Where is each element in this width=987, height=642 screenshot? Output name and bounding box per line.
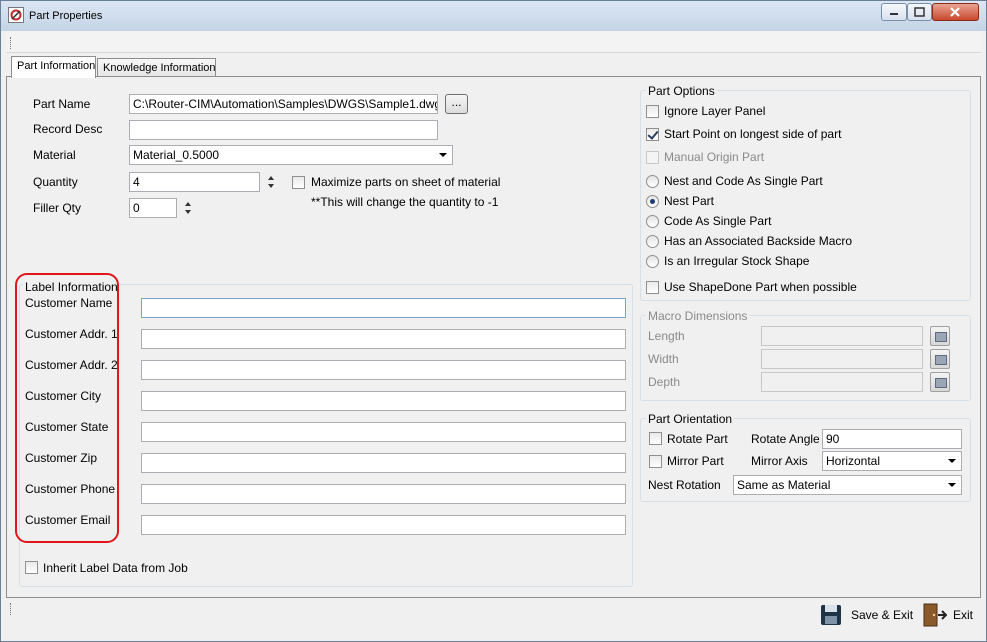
- browse-button[interactable]: ...: [445, 94, 468, 114]
- material-label: Material: [33, 148, 76, 162]
- quantity-label: Quantity: [33, 175, 78, 189]
- depth-field: [761, 372, 923, 392]
- part-name-label: Part Name: [33, 97, 91, 111]
- depth-label: Depth: [648, 375, 681, 389]
- material-combo[interactable]: Material_0.5000: [129, 145, 453, 165]
- minimize-icon: [890, 13, 898, 15]
- record-desc-label: Record Desc: [33, 122, 103, 136]
- chevron-down-icon: [948, 459, 956, 463]
- part-orientation-title: Part Orientation: [646, 412, 735, 426]
- filler-qty-label: Filler Qty: [33, 201, 81, 215]
- toolbar-grip[interactable]: [10, 37, 13, 49]
- start-point-label: Start Point on longest side of part: [664, 127, 842, 141]
- bottom-toolbar-grip[interactable]: [10, 603, 13, 615]
- maximize-button[interactable]: [907, 3, 932, 21]
- nest-rotation-value: Same as Material: [737, 478, 831, 492]
- spin-down-icon: [268, 184, 274, 188]
- length-pick-button[interactable]: [930, 326, 950, 346]
- mirror-axis-label: Mirror Axis: [751, 454, 808, 468]
- part-name-field[interactable]: C:\Router-CIM\Automation\Samples\DWGS\Sa…: [129, 94, 438, 114]
- window-title: Part Properties: [29, 10, 103, 22]
- customer-name-field[interactable]: [141, 298, 626, 318]
- nest-rotation-label: Nest Rotation: [648, 478, 721, 492]
- toolbar-strip: [6, 31, 981, 53]
- spin-up-icon: [268, 176, 274, 180]
- chevron-down-icon: [948, 483, 956, 487]
- quantity-field[interactable]: 4: [129, 172, 260, 192]
- radio-backside-macro-label: Has an Associated Backside Macro: [664, 234, 853, 248]
- maximize-note: **This will change the quantity to -1: [311, 195, 499, 209]
- radio-nest-part-label: Nest Part: [664, 194, 715, 208]
- exit-button[interactable]: Exit: [921, 601, 976, 629]
- radio-code-single[interactable]: [646, 215, 659, 228]
- title-bar[interactable]: Part Properties: [1, 1, 986, 31]
- depth-pick-button[interactable]: [930, 372, 950, 392]
- quantity-spinner[interactable]: [264, 172, 280, 192]
- minimize-button[interactable]: [881, 3, 907, 21]
- record-desc-field[interactable]: [129, 120, 438, 140]
- spin-up-icon: [185, 202, 191, 206]
- start-point-checkbox[interactable]: [646, 128, 659, 141]
- nest-rotation-combo[interactable]: Same as Material: [733, 475, 962, 495]
- customer-email-field[interactable]: [141, 515, 626, 535]
- maximize-parts-checkbox[interactable]: [292, 176, 305, 189]
- radio-irregular-stock-label: Is an Irregular Stock Shape: [664, 254, 810, 268]
- inherit-label-checkbox[interactable]: [25, 561, 38, 574]
- customer-state-field[interactable]: [141, 422, 626, 442]
- radio-nest-and-code-label: Nest and Code As Single Part: [664, 174, 823, 188]
- part-options-title: Part Options: [646, 84, 717, 98]
- rotate-part-checkbox[interactable]: [649, 432, 662, 445]
- highlight-annotation: [15, 273, 119, 543]
- inherit-label-text: Inherit Label Data from Job: [43, 561, 188, 575]
- exit-door-icon: [923, 603, 947, 627]
- chevron-down-icon: [439, 153, 447, 157]
- radio-irregular-stock[interactable]: [646, 255, 659, 268]
- exit-label: Exit: [953, 608, 974, 622]
- customer-addr1-field[interactable]: [141, 329, 626, 349]
- filler-qty-spinner[interactable]: [181, 198, 197, 218]
- use-shapedone-label: Use ShapeDone Part when possible: [664, 280, 857, 294]
- mirror-axis-combo[interactable]: Horizontal: [822, 451, 962, 471]
- customer-city-field[interactable]: [141, 391, 626, 411]
- app-icon: [8, 7, 24, 23]
- mirror-part-label: Mirror Part: [667, 454, 724, 468]
- ignore-layer-checkbox[interactable]: [646, 105, 659, 118]
- rotate-angle-field[interactable]: 90: [822, 429, 962, 449]
- radio-nest-part[interactable]: [646, 195, 659, 208]
- close-button[interactable]: [932, 3, 979, 21]
- width-field: [761, 349, 923, 369]
- radio-code-single-label: Code As Single Part: [664, 214, 772, 228]
- manual-origin-checkbox[interactable]: [646, 151, 659, 164]
- use-shapedone-checkbox[interactable]: [646, 281, 659, 294]
- maximize-icon: [914, 7, 925, 17]
- manual-origin-label: Manual Origin Part: [664, 150, 765, 164]
- customer-addr2-field[interactable]: [141, 360, 626, 380]
- macro-dimensions-title: Macro Dimensions: [646, 309, 750, 323]
- length-label: Length: [648, 329, 685, 343]
- filler-qty-field[interactable]: 0: [129, 198, 177, 218]
- tab-part-information[interactable]: Part Information: [11, 56, 96, 78]
- maximize-parts-label: Maximize parts on sheet of material: [311, 175, 501, 189]
- close-icon: [950, 7, 960, 17]
- rotate-part-label: Rotate Part: [667, 432, 728, 446]
- part-properties-window: Part Properties Part Information Knowled…: [0, 0, 987, 642]
- width-label: Width: [648, 352, 679, 366]
- save-exit-label: Save & Exit: [851, 608, 914, 622]
- floppy-disk-icon: [821, 605, 841, 625]
- rotate-angle-label: Rotate Angle: [751, 432, 820, 446]
- save-exit-button[interactable]: Save & Exit: [819, 601, 914, 629]
- radio-backside-macro[interactable]: [646, 235, 659, 248]
- spin-down-icon: [185, 210, 191, 214]
- customer-zip-field[interactable]: [141, 453, 626, 473]
- mirror-axis-value: Horizontal: [826, 454, 881, 468]
- material-value: Material_0.5000: [133, 148, 220, 162]
- width-pick-button[interactable]: [930, 349, 950, 369]
- radio-nest-and-code[interactable]: [646, 175, 659, 188]
- length-field: [761, 326, 923, 346]
- ignore-layer-label: Ignore Layer Panel: [664, 104, 766, 118]
- customer-phone-field[interactable]: [141, 484, 626, 504]
- mirror-part-checkbox[interactable]: [649, 455, 662, 468]
